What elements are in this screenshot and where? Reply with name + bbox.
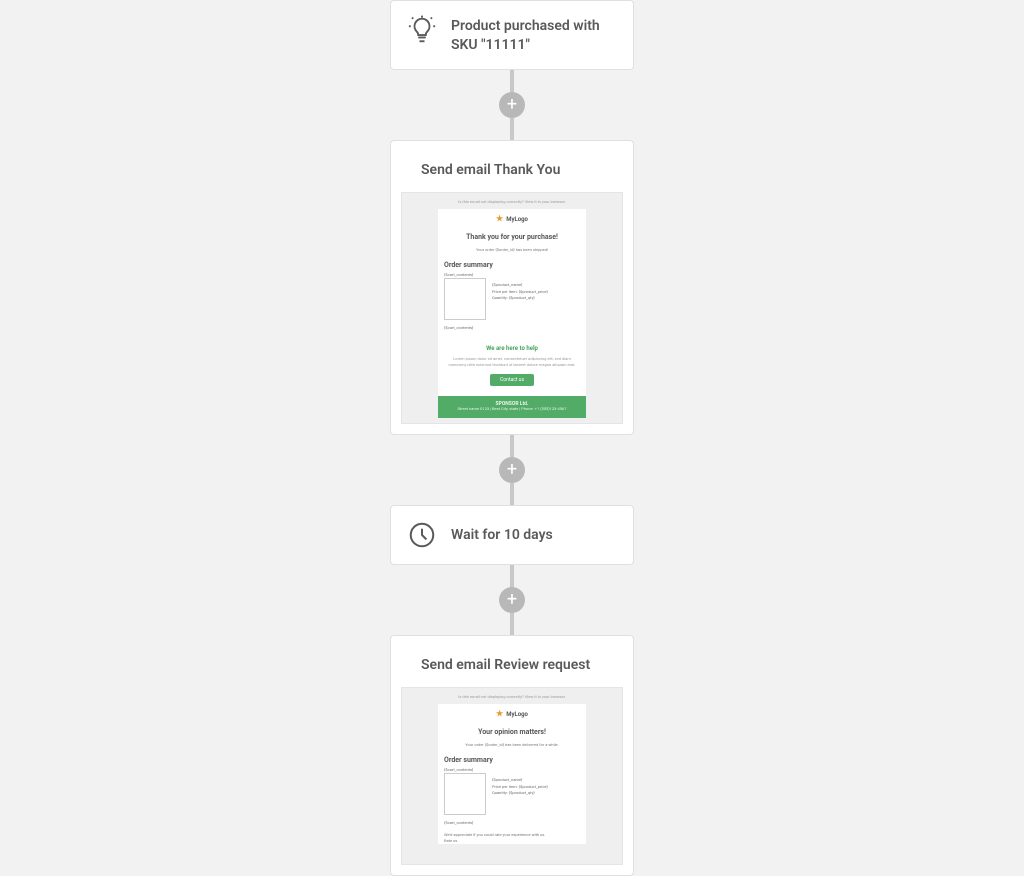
trigger-card[interactable]: Product purchased with SKU "11111" bbox=[390, 0, 634, 70]
preview-logo: ★ MyLogo bbox=[438, 710, 586, 718]
add-step-button[interactable]: + bbox=[499, 457, 525, 483]
preview-thumb bbox=[444, 278, 486, 320]
preview-summary-label: Order summary bbox=[438, 756, 586, 764]
preview-review-cta: Rate us bbox=[444, 838, 580, 844]
plus-icon: + bbox=[507, 591, 517, 609]
idea-icon bbox=[407, 15, 437, 45]
star-icon: ★ bbox=[496, 710, 503, 718]
plus-icon: + bbox=[507, 461, 517, 479]
trigger-title: Product purchased with SKU "11111" bbox=[451, 15, 617, 55]
preview-meta-price: Price per item: {$product_price} bbox=[492, 784, 548, 791]
add-step-button[interactable]: + bbox=[499, 587, 525, 613]
preview-browser-link: Is this email not displaying correctly? … bbox=[402, 688, 622, 700]
preview-tag: {$cart_contents} bbox=[438, 326, 586, 331]
connector-line bbox=[510, 70, 514, 92]
preview-thumb bbox=[444, 773, 486, 815]
preview-logo: ★ MyLogo bbox=[438, 215, 586, 223]
clock-icon bbox=[407, 520, 437, 550]
preview-subline: Your order {$order_id} has been shipped! bbox=[438, 248, 586, 253]
preview-order-row: {$product_name} Price per item: {$produc… bbox=[438, 773, 586, 815]
delay-title: Wait for 10 days bbox=[451, 520, 553, 545]
preview-subline: Your order {$order_id} has been delivere… bbox=[438, 743, 586, 748]
preview-footer: SPONSOR Ltd. Street name 0123 | Best Cit… bbox=[438, 396, 586, 418]
connector-line bbox=[510, 483, 514, 505]
preview-summary-label: Order summary bbox=[438, 261, 586, 269]
preview-heading: Thank you for your purchase! bbox=[438, 233, 586, 241]
preview-order-row: {$product_name} Price per item: {$produc… bbox=[438, 278, 586, 320]
star-icon: ★ bbox=[496, 215, 503, 223]
send-email-title: Send email Thank You bbox=[421, 155, 560, 180]
send-email-card[interactable]: Send email Thank You Is this email not d… bbox=[390, 140, 634, 435]
preview-heading: Your opinion matters! bbox=[438, 728, 586, 736]
send-email-title: Send email Review request bbox=[421, 650, 590, 675]
delay-card[interactable]: Wait for 10 days bbox=[390, 505, 634, 565]
preview-contact-button: Contact us bbox=[490, 374, 534, 386]
automation-flow: Product purchased with SKU "11111" + Sen… bbox=[0, 0, 1024, 876]
preview-logo-text: MyLogo bbox=[506, 216, 528, 223]
email-preview: Is this email not displaying correctly? … bbox=[401, 687, 623, 865]
connector-line bbox=[510, 118, 514, 140]
preview-meta-name: {$product_name} bbox=[492, 777, 548, 784]
preview-meta-price: Price per item: {$product_price} bbox=[492, 289, 548, 296]
preview-meta-qty: Quantity: {$product_qty} bbox=[492, 295, 548, 302]
preview-footer-addr: Street name 0123 | Best City, state | Ph… bbox=[438, 407, 586, 412]
add-step-button[interactable]: + bbox=[499, 92, 525, 118]
preview-help-title: We are here to help bbox=[438, 345, 586, 352]
email-preview: Is this email not displaying correctly? … bbox=[401, 192, 623, 424]
preview-help-text: Lorem ipsum dolor sit amet, consectetuer… bbox=[438, 352, 586, 372]
send-email-card[interactable]: Send email Review request Is this email … bbox=[390, 635, 634, 876]
connector-line bbox=[510, 565, 514, 587]
connector-line bbox=[510, 435, 514, 457]
preview-meta-name: {$product_name} bbox=[492, 282, 548, 289]
preview-meta-qty: Quantity: {$product_qty} bbox=[492, 790, 548, 797]
preview-logo-text: MyLogo bbox=[506, 711, 528, 718]
preview-browser-link: Is this email not displaying correctly? … bbox=[402, 193, 622, 205]
plus-icon: + bbox=[507, 96, 517, 114]
connector-line bbox=[510, 613, 514, 635]
